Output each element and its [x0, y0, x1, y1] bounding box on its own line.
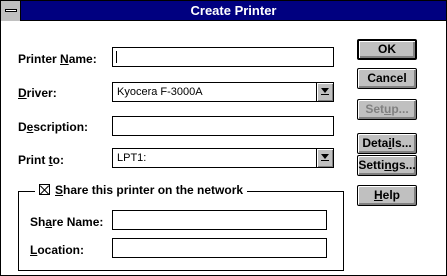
- cancel-button[interactable]: Cancel: [357, 68, 417, 89]
- share-name-input[interactable]: [112, 210, 327, 230]
- share-checkbox[interactable]: [39, 184, 50, 195]
- print-to-value: LPT1:: [117, 152, 147, 164]
- driver-label: Driver:: [18, 86, 57, 100]
- print-to-label: Print to:: [18, 153, 64, 167]
- driver-dropdown-arrow-icon[interactable]: [316, 83, 333, 101]
- print-to-dropdown-arrow-icon[interactable]: [316, 149, 333, 167]
- create-printer-dialog: Create Printer Printer Name: Driver: Kyo…: [0, 0, 447, 276]
- share-checkbox-row[interactable]: Share this printer on the network: [35, 182, 248, 198]
- description-label: Description:: [18, 120, 89, 134]
- help-button[interactable]: Help: [357, 185, 417, 206]
- location-input[interactable]: [112, 238, 327, 258]
- dialog-title: Create Printer: [190, 3, 277, 18]
- title-bar: Create Printer: [1, 1, 446, 21]
- settings-button[interactable]: Settings...: [357, 155, 417, 176]
- system-menu-icon[interactable]: [1, 1, 21, 21]
- details-button[interactable]: Details...: [357, 133, 417, 154]
- description-input[interactable]: [112, 116, 334, 136]
- ok-button[interactable]: OK: [357, 39, 417, 60]
- print-to-select[interactable]: LPT1:: [112, 148, 334, 168]
- setup-button[interactable]: Setup...: [357, 99, 417, 120]
- location-label: Location:: [30, 243, 85, 257]
- printer-name-input[interactable]: [112, 47, 334, 67]
- printer-name-label: Printer Name:: [18, 52, 97, 66]
- driver-value: Kyocera F-3000A: [117, 86, 203, 98]
- share-name-label: Share Name:: [30, 215, 104, 229]
- driver-select[interactable]: Kyocera F-3000A: [112, 82, 334, 102]
- share-group-box: [18, 191, 344, 271]
- share-checkbox-label: hare this printer on the network: [63, 183, 244, 197]
